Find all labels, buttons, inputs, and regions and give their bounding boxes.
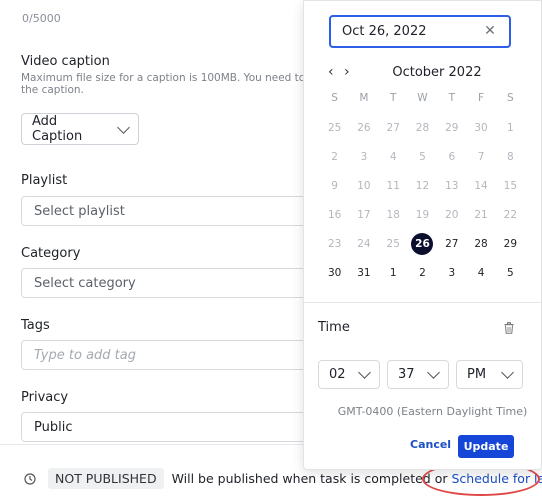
calendar-day[interactable]: 3 — [441, 262, 463, 284]
calendar-day: 3 — [360, 151, 368, 163]
calendar-day: 27 — [386, 122, 400, 134]
tags-input[interactable]: Type to add tag — [21, 340, 321, 370]
video-caption-label: Video caption — [21, 54, 110, 69]
calendar-day: 5 — [419, 151, 426, 163]
prev-month-icon[interactable]: ‹ — [328, 64, 334, 80]
period-select[interactable]: PM — [456, 360, 523, 389]
calendar-day[interactable]: 1 — [382, 262, 404, 284]
status-badge: NOT PUBLISHED — [48, 468, 164, 489]
calendar-day: 24 — [357, 238, 371, 250]
timezone-text: GMT-0400 (Eastern Daylight Time) — [337, 405, 528, 418]
weekday-label: T — [448, 92, 455, 104]
category-select[interactable]: Select category — [21, 268, 321, 298]
calendar-day: 9 — [331, 180, 338, 192]
schedule-datepicker-popover: Oct 26, 2022 ✕ ‹ › October 2022 SMTWTFS … — [303, 0, 542, 470]
period-value: PM — [467, 367, 487, 382]
calendar-day: 2 — [331, 151, 338, 163]
calendar-day: 4 — [389, 151, 397, 163]
calendar-day: 1 — [507, 122, 514, 134]
calendar-day[interactable]: 2 — [411, 262, 433, 284]
calendar-day: 6 — [448, 151, 456, 163]
calendar-day: 22 — [503, 209, 518, 221]
publish-status-text: Will be published when task is completed… — [171, 471, 448, 486]
calendar-week-row: 30 31 1 2 3 4 5 — [320, 262, 525, 284]
calendar-day[interactable]: 27 — [441, 233, 463, 255]
calendar-day: 28 — [415, 122, 430, 134]
calendar-day: 29 — [445, 122, 459, 134]
calendar-day: 16 — [327, 209, 342, 221]
calendar-day: 25 — [327, 122, 342, 134]
hour-value: 02 — [329, 367, 346, 382]
calendar-month-title: October 2022 — [392, 65, 482, 80]
calendar-day: 30 — [474, 122, 488, 134]
calendar-day: 26 — [357, 122, 371, 134]
calendar-week-row: 23 24 25 26 27 28 29 — [320, 233, 525, 255]
calendar-week-row: 25 26 27 28 29 30 1 — [320, 117, 525, 139]
chevron-down-icon — [117, 120, 130, 134]
trash-icon[interactable] — [504, 322, 514, 334]
calendar-week-row: 2 3 4 5 6 7 8 — [320, 146, 525, 168]
calendar-day: 20 — [445, 209, 459, 221]
privacy-label: Privacy — [21, 390, 69, 405]
calendar-day[interactable]: 5 — [499, 262, 521, 284]
description-char-counter: 0/5000 — [22, 12, 61, 25]
chevron-down-icon — [501, 366, 514, 379]
calendar-day: 13 — [445, 180, 459, 192]
calendar-day[interactable]: 29 — [499, 233, 521, 255]
weekday-label: M — [359, 92, 369, 104]
minute-value: 37 — [398, 367, 415, 382]
weekday-label: F — [478, 92, 485, 104]
add-caption-label: Add Caption — [32, 114, 83, 144]
calendar-day: 12 — [415, 180, 430, 192]
calendar-day: 17 — [357, 209, 371, 221]
weekday-label: W — [417, 92, 428, 104]
add-caption-button[interactable]: Add Caption — [21, 113, 139, 145]
calendar-day-selected[interactable]: 26 — [411, 233, 434, 255]
calendar-day: 8 — [507, 151, 514, 163]
tags-label: Tags — [21, 318, 50, 333]
calendar-day: 25 — [386, 238, 400, 250]
calendar-day: 11 — [386, 180, 400, 192]
hour-select[interactable]: 02 — [318, 360, 380, 389]
time-label: Time — [318, 320, 350, 335]
calendar-day: 14 — [474, 180, 488, 192]
time-divider — [304, 302, 541, 303]
weekday-label: T — [389, 92, 397, 104]
calendar-week-row: 9 10 11 12 13 14 15 — [320, 175, 525, 197]
privacy-select[interactable]: Public — [21, 412, 321, 442]
calendar-day: 18 — [386, 209, 400, 221]
calendar-day[interactable]: 30 — [324, 262, 346, 284]
weekday-header: SMTWTFS — [320, 92, 525, 104]
calendar-day: 21 — [474, 209, 488, 221]
playlist-select[interactable]: Select playlist — [21, 196, 321, 226]
calendar-day: 19 — [415, 209, 430, 221]
calendar-day[interactable]: 28 — [470, 233, 492, 255]
calendar-day: 15 — [503, 180, 518, 192]
calendar-day: 10 — [357, 180, 371, 192]
minute-select[interactable]: 37 — [387, 360, 449, 389]
clear-date-icon[interactable]: ✕ — [484, 24, 496, 38]
calendar-day: 23 — [327, 238, 342, 250]
calendar-day: 7 — [477, 151, 485, 163]
calendar-week-row: 16 17 18 19 20 21 22 — [320, 204, 525, 226]
cancel-button[interactable]: Cancel — [410, 438, 451, 451]
playlist-label: Playlist — [21, 173, 68, 188]
weekday-label: S — [331, 92, 338, 104]
update-button[interactable]: Update — [458, 435, 514, 458]
calendar-day[interactable]: 4 — [470, 262, 492, 284]
category-label: Category — [21, 246, 81, 261]
weekday-label: S — [507, 92, 514, 104]
next-month-icon[interactable]: › — [344, 64, 350, 80]
clock-icon — [24, 472, 36, 485]
caption-size-hint: Maximum file size for a caption is 100MB… — [21, 72, 315, 96]
calendar-day[interactable]: 31 — [353, 262, 375, 284]
chevron-down-icon — [358, 366, 371, 379]
chevron-down-icon — [427, 366, 440, 379]
